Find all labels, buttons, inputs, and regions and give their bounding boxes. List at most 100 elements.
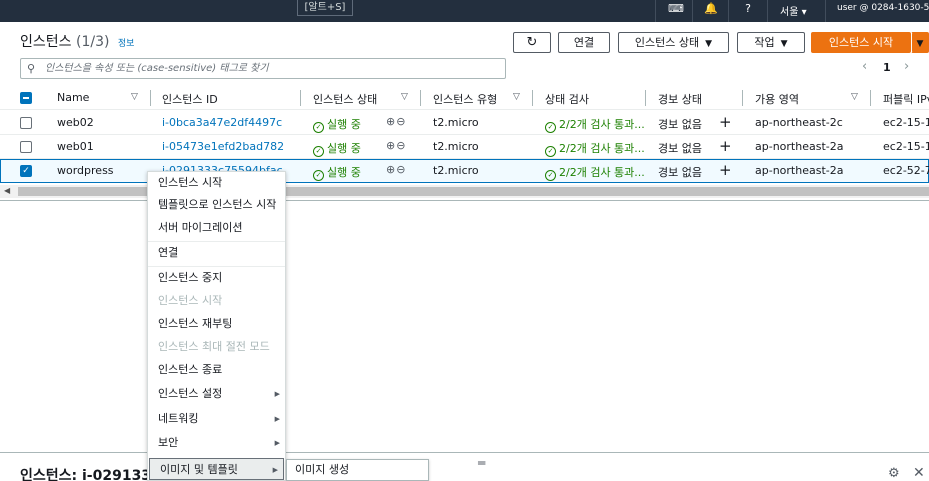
- row-checkbox[interactable]: [20, 117, 32, 129]
- help-icon[interactable]: ?: [741, 2, 755, 16]
- column-divider[interactable]: [645, 90, 646, 106]
- column-header-instance-id[interactable]: 인스턴스 ID: [162, 91, 218, 107]
- alarm-status: 경보 없음: [658, 166, 702, 179]
- zoom-icons[interactable]: ⊕⊖: [386, 139, 406, 152]
- status-check-label: 2/2개 검사 통과...: [559, 118, 645, 131]
- menu-item-networking[interactable]: 네트워킹 ▶: [148, 408, 285, 430]
- menu-item-instance-settings[interactable]: 인스턴스 설정 ▶: [148, 383, 285, 405]
- divider: [0, 200, 929, 201]
- menu-item-create-image[interactable]: 이미지 생성: [287, 460, 428, 480]
- instance-state: ✓ 실행 중: [313, 116, 361, 133]
- row-checkbox[interactable]: [20, 141, 32, 153]
- sort-icon[interactable]: ▽: [131, 92, 138, 102]
- menu-item-label: 보안: [158, 436, 179, 449]
- column-divider[interactable]: [300, 90, 301, 106]
- zoom-icons[interactable]: ⊕⊖: [386, 115, 406, 128]
- check-circle-icon: ✓: [313, 146, 324, 157]
- refresh-icon: ↻: [526, 35, 538, 50]
- menu-item-security[interactable]: 보안 ▶: [148, 432, 285, 454]
- instance-id-link[interactable]: i-05473e1efd2bad782: [162, 140, 284, 153]
- search-input[interactable]: [45, 61, 500, 76]
- submenu-arrow-icon: ▶: [272, 466, 278, 474]
- add-alarm-icon[interactable]: +: [719, 137, 732, 155]
- column-divider[interactable]: [150, 90, 151, 106]
- caret-down-icon: ▼: [780, 39, 788, 49]
- details-title: 인스턴스: i-0291333: [20, 468, 161, 481]
- close-icon[interactable]: ✕: [913, 465, 925, 481]
- column-header-availability-zone[interactable]: 가용 영역: [755, 91, 799, 107]
- bell-icon[interactable]: 🔔: [704, 2, 718, 16]
- menu-item-stop-instance[interactable]: 인스턴스 중지: [148, 267, 285, 289]
- zoom-icons[interactable]: ⊕⊖: [386, 163, 406, 176]
- gear-icon[interactable]: ⚙: [888, 466, 900, 481]
- menu-item-launch-from-template[interactable]: 템플릿으로 인스턴스 시작: [148, 194, 285, 216]
- column-header-type[interactable]: 인스턴스 유형: [433, 91, 497, 107]
- menu-item-terminate-instance[interactable]: 인스턴스 종료: [148, 359, 285, 381]
- table-row[interactable]: web01 i-05473e1efd2bad782 ✓ 실행 중 ⊕⊖ t2.mi…: [0, 135, 929, 159]
- instance-type: t2.micro: [433, 116, 479, 129]
- actions-button[interactable]: 작업 ▼: [737, 32, 805, 53]
- info-link[interactable]: 정보: [118, 39, 135, 49]
- submenu-arrow-icon: ▶: [274, 415, 280, 423]
- instance-id-link[interactable]: i-0bca3a47e2df4497c: [162, 116, 282, 129]
- add-alarm-icon[interactable]: +: [719, 161, 732, 179]
- menu-item-server-migration[interactable]: 서버 마이그레이션: [148, 217, 285, 239]
- table-row[interactable]: web02 i-0bca3a47e2df4497c ✓ 실행 중 ⊕⊖ t2.mi…: [0, 111, 929, 135]
- public-ip: ec2-15-16: [883, 140, 929, 153]
- column-divider[interactable]: [532, 90, 533, 106]
- column-header-alarm-status[interactable]: 경보 상태: [658, 91, 702, 107]
- column-header-name[interactable]: Name: [57, 91, 89, 104]
- resize-handle-icon[interactable]: ═: [478, 456, 485, 470]
- details-panel-header: ═ 인스턴스: i-0291333 ⚙ ✕: [0, 452, 929, 481]
- status-check-label: 2/2개 검사 통과...: [559, 166, 645, 179]
- instance-type: t2.micro: [433, 164, 479, 177]
- column-header-public-ip[interactable]: 퍼블릭 IPv: [883, 91, 929, 107]
- cloudshell-icon[interactable]: ⌨: [668, 2, 684, 16]
- refresh-button[interactable]: ↻: [513, 32, 551, 53]
- page-title: 인스턴스 (1/3) 정보: [20, 31, 134, 51]
- caret-down-icon: ▼: [916, 39, 924, 49]
- selection-count: (1/3): [75, 34, 110, 50]
- check-circle-icon: ✓: [313, 122, 324, 133]
- instance-state-button[interactable]: 인스턴스 상태 ▼: [618, 32, 729, 53]
- page-title-text: 인스턴스: [20, 34, 72, 50]
- launch-instances-button[interactable]: 인스턴스 시작: [811, 32, 911, 53]
- divider: [692, 0, 693, 22]
- submenu-images-and-templates: 이미지 생성: [286, 459, 429, 481]
- menu-item-launch-instance[interactable]: 인스턴스 시작: [148, 172, 285, 194]
- search-shortcut-hint[interactable]: [알트+S]: [297, 0, 353, 16]
- table-row-selected[interactable]: ✓ wordpress i-0291333c75594bfac ✓실행 중 ⊕⊖…: [0, 159, 929, 183]
- add-alarm-icon[interactable]: +: [719, 113, 732, 131]
- prev-page-icon[interactable]: ‹: [862, 59, 867, 74]
- account-menu[interactable]: user @ 0284-1630-50: [837, 3, 929, 13]
- sort-icon[interactable]: ▽: [401, 92, 408, 102]
- menu-item-reboot-instance[interactable]: 인스턴스 재부팅: [148, 313, 285, 335]
- page-number[interactable]: 1: [883, 61, 891, 74]
- search-box: ⚲: [20, 58, 506, 79]
- connect-button[interactable]: 연결: [558, 32, 610, 53]
- alarm-status: 경보 없음: [658, 118, 702, 131]
- menu-item-images-and-templates[interactable]: 이미지 및 템플릿 ▶: [149, 458, 284, 480]
- scroll-left-icon[interactable]: ◀: [4, 186, 10, 195]
- sort-icon[interactable]: ▽: [513, 92, 520, 102]
- launch-instances-dropdown[interactable]: ▼: [911, 32, 929, 53]
- column-divider[interactable]: [870, 90, 871, 106]
- menu-item-label: 인스턴스 설정: [158, 387, 223, 400]
- public-ip: ec2-52-79: [883, 164, 929, 177]
- menu-item-connect[interactable]: 연결: [148, 242, 285, 264]
- status-check: ✓ 2/2개 검사 통과...: [545, 140, 645, 157]
- column-divider[interactable]: [742, 90, 743, 106]
- region-selector[interactable]: 서울 ▾: [780, 3, 807, 18]
- horizontal-scrollbar[interactable]: ◀: [0, 185, 929, 198]
- column-divider[interactable]: [420, 90, 421, 106]
- next-page-icon[interactable]: ›: [904, 59, 909, 74]
- column-header-state[interactable]: 인스턴스 상태: [313, 91, 377, 107]
- divider: [825, 0, 826, 22]
- row-checkbox-checked[interactable]: ✓: [20, 165, 32, 177]
- select-all-checkbox[interactable]: [20, 92, 32, 104]
- caret-down-icon: ▼: [705, 39, 713, 49]
- sort-icon[interactable]: ▽: [851, 92, 858, 102]
- status-check: ✓ 2/2개 검사 통과...: [545, 164, 645, 181]
- submenu-arrow-icon: ▶: [274, 439, 280, 447]
- column-header-status-check[interactable]: 상태 검사: [545, 91, 589, 107]
